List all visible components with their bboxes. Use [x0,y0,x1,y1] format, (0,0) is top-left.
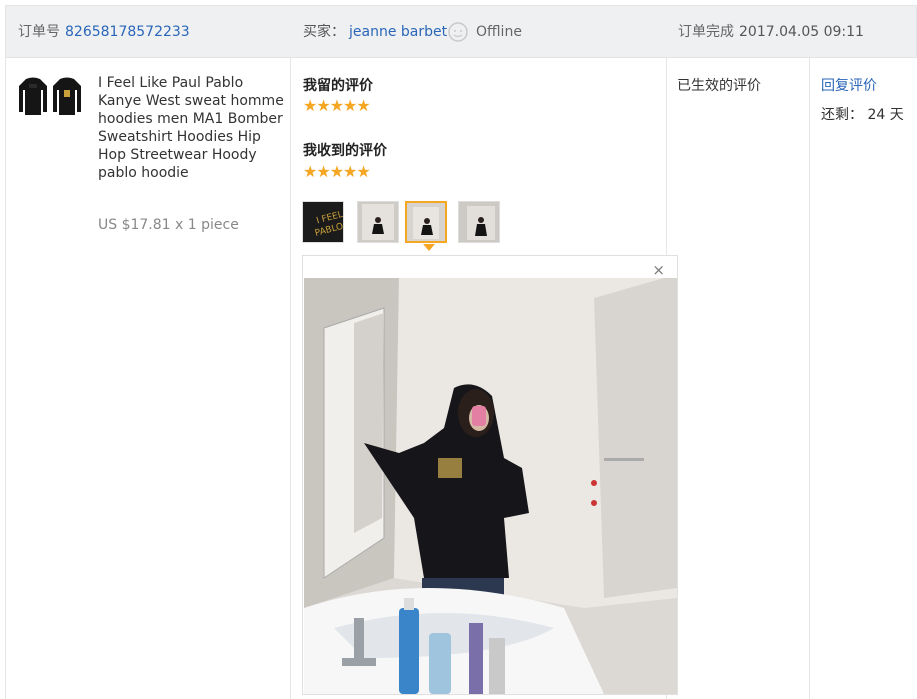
product-price: US $17.81 x 1 piece [98,217,239,233]
effective-review-status: 已生效的评价 [677,78,761,94]
order-number-label: 订单号 [18,24,60,40]
buyer-label: 买家： [303,24,345,40]
buyer-status: Offline [476,24,522,40]
product-image-back[interactable] [16,76,50,116]
buyer-name-link[interactable]: jeanne barbet [349,6,447,59]
remaining-days: 还剩： 24 天 [821,107,904,123]
review-photo-thumb-2[interactable] [357,201,399,243]
my-review-stars: ★★★★★ [303,96,371,115]
review-photo-large [304,278,677,694]
received-review-stars: ★★★★★ [303,162,371,181]
product-image-front[interactable] [50,76,84,116]
order-number-link[interactable]: 82658178572233 [65,6,190,59]
received-review-label: 我收到的评价 [303,143,387,159]
selected-thumb-pointer [423,244,435,251]
reply-review-link[interactable]: 回复评价 [821,75,877,95]
completed-label: 订单完成 [678,24,734,40]
my-review-label: 我留的评价 [303,78,373,94]
product-title-link[interactable]: I Feel Like Paul Pablo Kanye West sweat … [98,74,288,182]
review-photo-thumb-1[interactable]: I FEEL PABLO [302,201,344,243]
column-divider [290,58,291,699]
review-photo-thumb-4[interactable] [458,201,500,243]
completed-time: 2017.04.05 09:11 [739,24,864,40]
order-header: 订单号 82658178572233 买家： jeanne barbet Off… [5,5,917,58]
column-divider [809,58,810,699]
close-icon[interactable]: × [652,261,665,279]
photo-preview-panel: × [302,255,678,695]
review-photo-thumb-3[interactable] [405,201,447,243]
chat-icon[interactable] [447,6,469,59]
